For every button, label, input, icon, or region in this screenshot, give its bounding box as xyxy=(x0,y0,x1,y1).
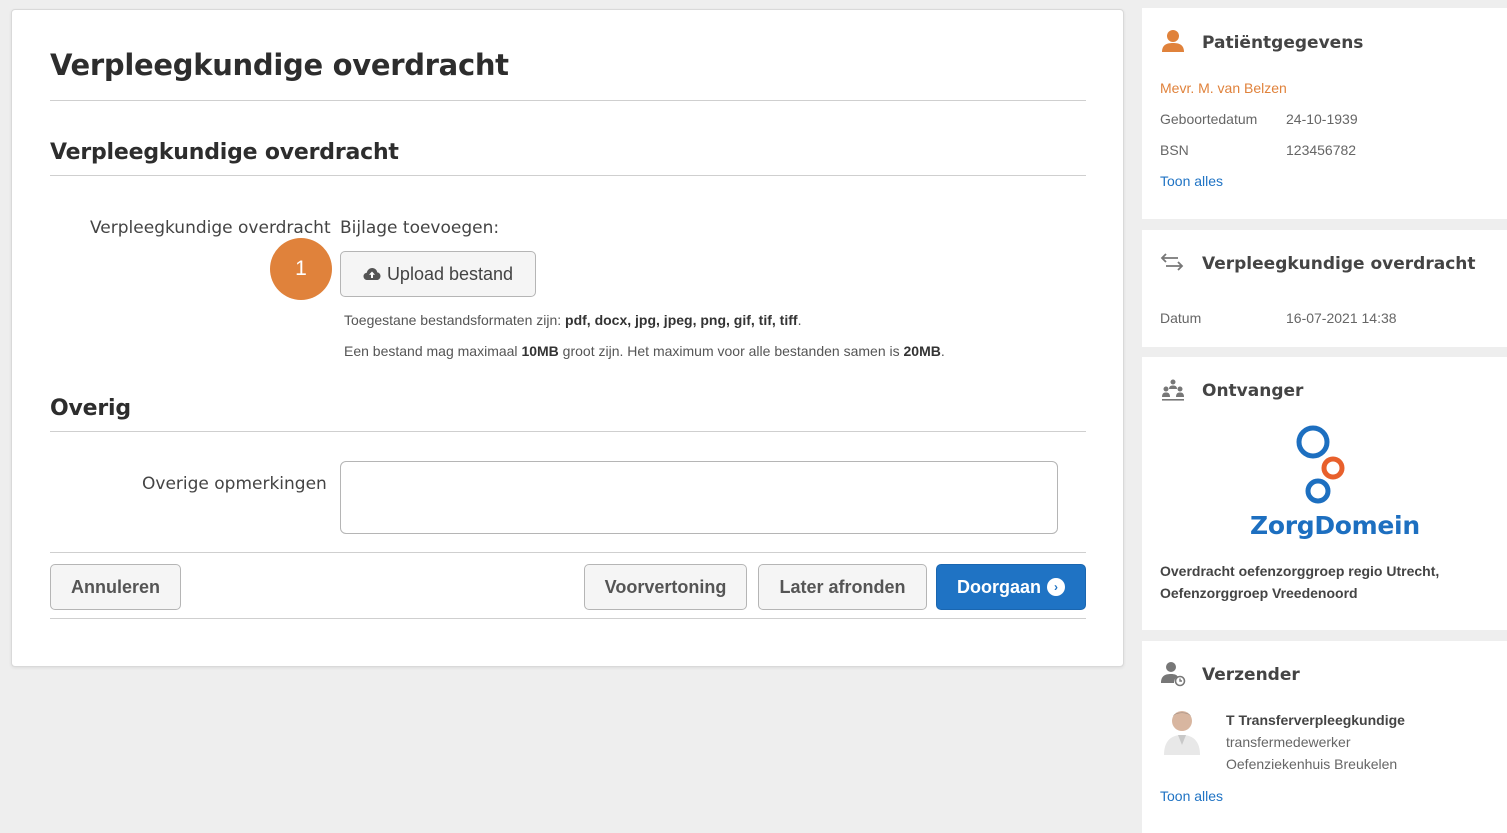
page-title: Verpleegkundige overdracht xyxy=(50,48,509,82)
allowed-formats-text: Toegestane bestandsformaten zijn: pdf, d… xyxy=(344,312,802,328)
person-clock-icon xyxy=(1161,662,1186,687)
sender-card: Verzender T Transferverpleegkundige tran… xyxy=(1142,641,1507,833)
transfer-card: Verpleegkundige overdracht Datum 16-07-2… xyxy=(1142,230,1507,347)
bsn-label: BSN xyxy=(1160,142,1189,158)
chevron-right-icon: › xyxy=(1047,578,1065,596)
divider xyxy=(50,431,1086,432)
sender-heading: Verzender xyxy=(1202,665,1300,685)
zorgdomein-logo-text: ZorgDomein xyxy=(1250,511,1420,540)
sender-organization: Oefenziekenhuis Breukelen xyxy=(1226,756,1398,772)
field-label-transfer: Verpleegkundige overdracht xyxy=(90,218,331,238)
sender-show-all-link[interactable]: Toon alles xyxy=(1160,788,1223,804)
transfer-form-card: Verpleegkundige overdracht Verpleegkundi… xyxy=(11,9,1124,667)
step-badge: 1 xyxy=(270,238,332,300)
people-icon xyxy=(1162,379,1184,401)
bsn-value: 123456782 xyxy=(1286,142,1357,158)
divider xyxy=(50,618,1086,619)
recipient-card: Ontvanger ZorgDomein Overdracht oefenzor… xyxy=(1142,357,1507,630)
patient-show-all-link[interactable]: Toon alles xyxy=(1160,173,1223,189)
avatar xyxy=(1164,711,1200,755)
attachment-label: Bijlage toevoegen: xyxy=(340,218,500,238)
transfer-date-label: Datum xyxy=(1160,310,1202,326)
patient-heading: Patiëntgegevens xyxy=(1202,33,1364,53)
transfer-heading: Verpleegkundige overdracht xyxy=(1202,254,1476,274)
dob-value: 24-10-1939 xyxy=(1286,111,1358,127)
other-remarks-label: Overige opmerkingen xyxy=(142,474,327,494)
patient-card: Patiëntgegevens Mevr. M. van Belzen Gebo… xyxy=(1142,8,1507,219)
divider xyxy=(50,552,1086,553)
cancel-button[interactable]: Annuleren xyxy=(50,564,181,610)
upload-file-button[interactable]: Upload bestand xyxy=(340,251,536,297)
recipient-org-line2: Oefenzorggroep Vreedenoord xyxy=(1160,585,1358,601)
dob-label: Geboortedatum xyxy=(1160,111,1258,127)
divider xyxy=(50,100,1086,101)
upload-cloud-icon xyxy=(363,268,381,280)
transfer-arrows-icon xyxy=(1160,253,1184,271)
other-remarks-textarea[interactable] xyxy=(340,461,1058,534)
zorgdomein-logo-icon xyxy=(1296,425,1345,504)
transfer-date-value: 16-07-2021 14:38 xyxy=(1286,310,1397,326)
recipient-org-line1: Overdracht oefenzorggroep regio Utrecht, xyxy=(1160,563,1440,579)
finish-later-button[interactable]: Later afronden xyxy=(758,564,927,610)
continue-button[interactable]: Doorgaan › xyxy=(936,564,1086,610)
preview-button[interactable]: Voorvertoning xyxy=(584,564,747,610)
patient-name: Mevr. M. van Belzen xyxy=(1160,80,1287,96)
other-section-title: Overig xyxy=(50,396,131,421)
person-icon xyxy=(1162,30,1184,52)
section-title: Verpleegkundige overdracht xyxy=(50,140,399,165)
sender-role: transfermedewerker xyxy=(1226,734,1351,750)
divider xyxy=(50,175,1086,176)
upload-file-label: Upload bestand xyxy=(386,263,514,284)
recipient-heading: Ontvanger xyxy=(1202,381,1304,401)
max-size-text: Een bestand mag maximaal 10MB groot zijn… xyxy=(344,343,945,359)
continue-label: Doorgaan xyxy=(956,576,1041,597)
sender-name: T Transferverpleegkundige xyxy=(1226,712,1405,728)
